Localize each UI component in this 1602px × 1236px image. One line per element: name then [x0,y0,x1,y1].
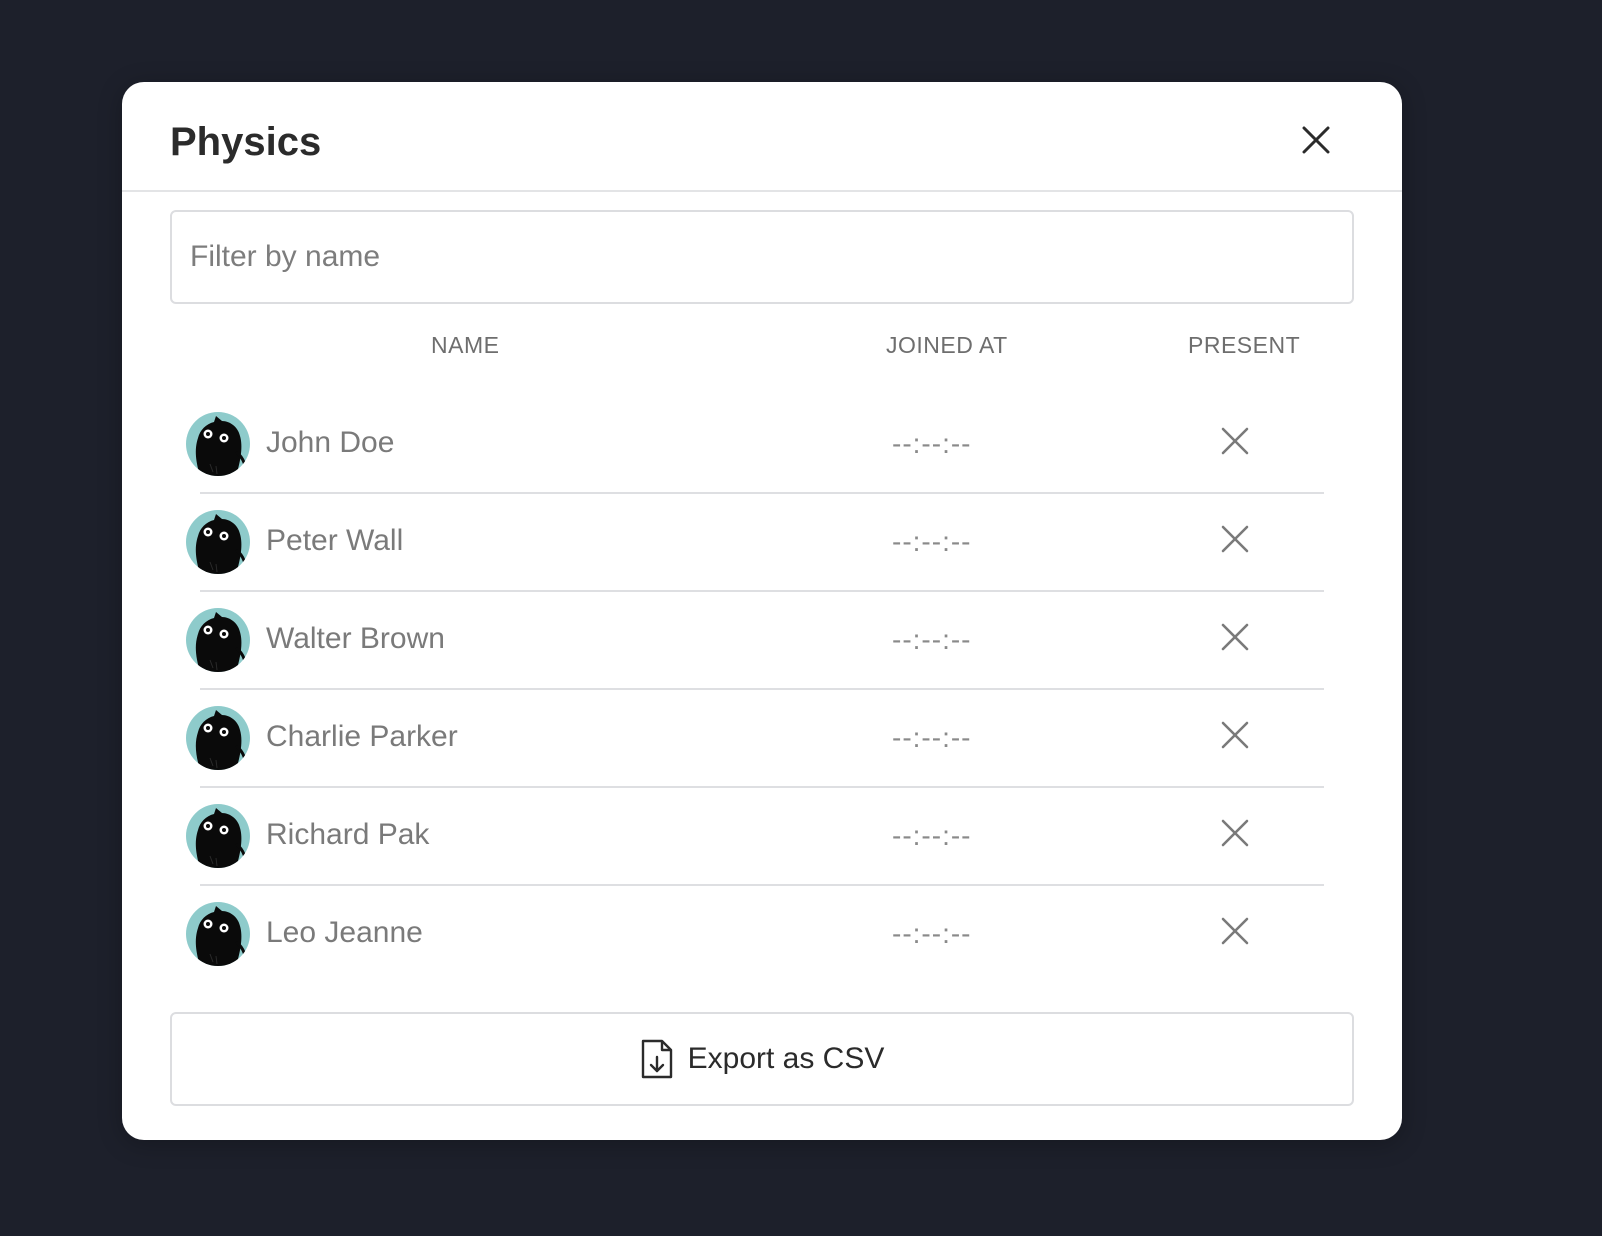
joined-at-value: --:--:-- [892,820,972,851]
not-present-x-icon [1221,819,1249,847]
joined-at-value: --:--:-- [892,624,972,655]
avatar [186,902,250,966]
close-icon [1302,126,1330,154]
dialog-title: Physics [170,120,322,164]
column-header-name: NAME [431,332,500,358]
table-row: Richard Pak --:--:-- [170,788,1354,886]
export-csv-button[interactable]: Export as CSV [170,1012,1354,1106]
avatar [186,804,250,868]
not-present-x-icon [1221,525,1249,553]
attendee-name: Charlie Parker [266,720,458,753]
joined-at-value: --:--:-- [892,918,972,949]
not-present-x-icon [1221,427,1249,455]
attendee-name: Richard Pak [266,818,430,851]
joined-at-value: --:--:-- [892,722,972,753]
column-header-present: PRESENT [1188,332,1301,358]
attendee-name: Leo Jeanne [266,916,423,949]
attendee-list: John Doe --:--:-- Peter Wall --:--:-- Wa… [170,396,1354,984]
not-present-x-icon [1221,623,1249,651]
not-present-x-icon [1221,917,1249,945]
attendee-name: Walter Brown [266,622,445,655]
avatar [186,608,250,672]
attendance-dialog: Physics NAME JOINED AT PRESENT John Doe [122,82,1402,1140]
attendee-name: John Doe [266,426,395,459]
close-button[interactable] [1300,124,1332,156]
avatar [186,412,250,476]
table-row: Leo Jeanne --:--:-- [170,886,1354,984]
avatar [186,510,250,574]
not-present-x-icon [1221,721,1249,749]
attendee-name: Peter Wall [266,524,404,557]
filter-by-name-input[interactable] [170,210,1354,304]
table-row: Walter Brown --:--:-- [170,592,1354,690]
export-csv-label: Export as CSV [687,1042,885,1075]
joined-at-value: --:--:-- [892,526,972,557]
avatar [186,706,250,770]
joined-at-value: --:--:-- [892,428,972,459]
table-row: Peter Wall --:--:-- [170,494,1354,592]
column-header-joined-at: JOINED AT [886,332,1008,358]
dialog-header: Physics [122,82,1402,192]
file-download-icon [641,1039,672,1079]
table-row: John Doe --:--:-- [170,396,1354,494]
table-row: Charlie Parker --:--:-- [170,690,1354,788]
